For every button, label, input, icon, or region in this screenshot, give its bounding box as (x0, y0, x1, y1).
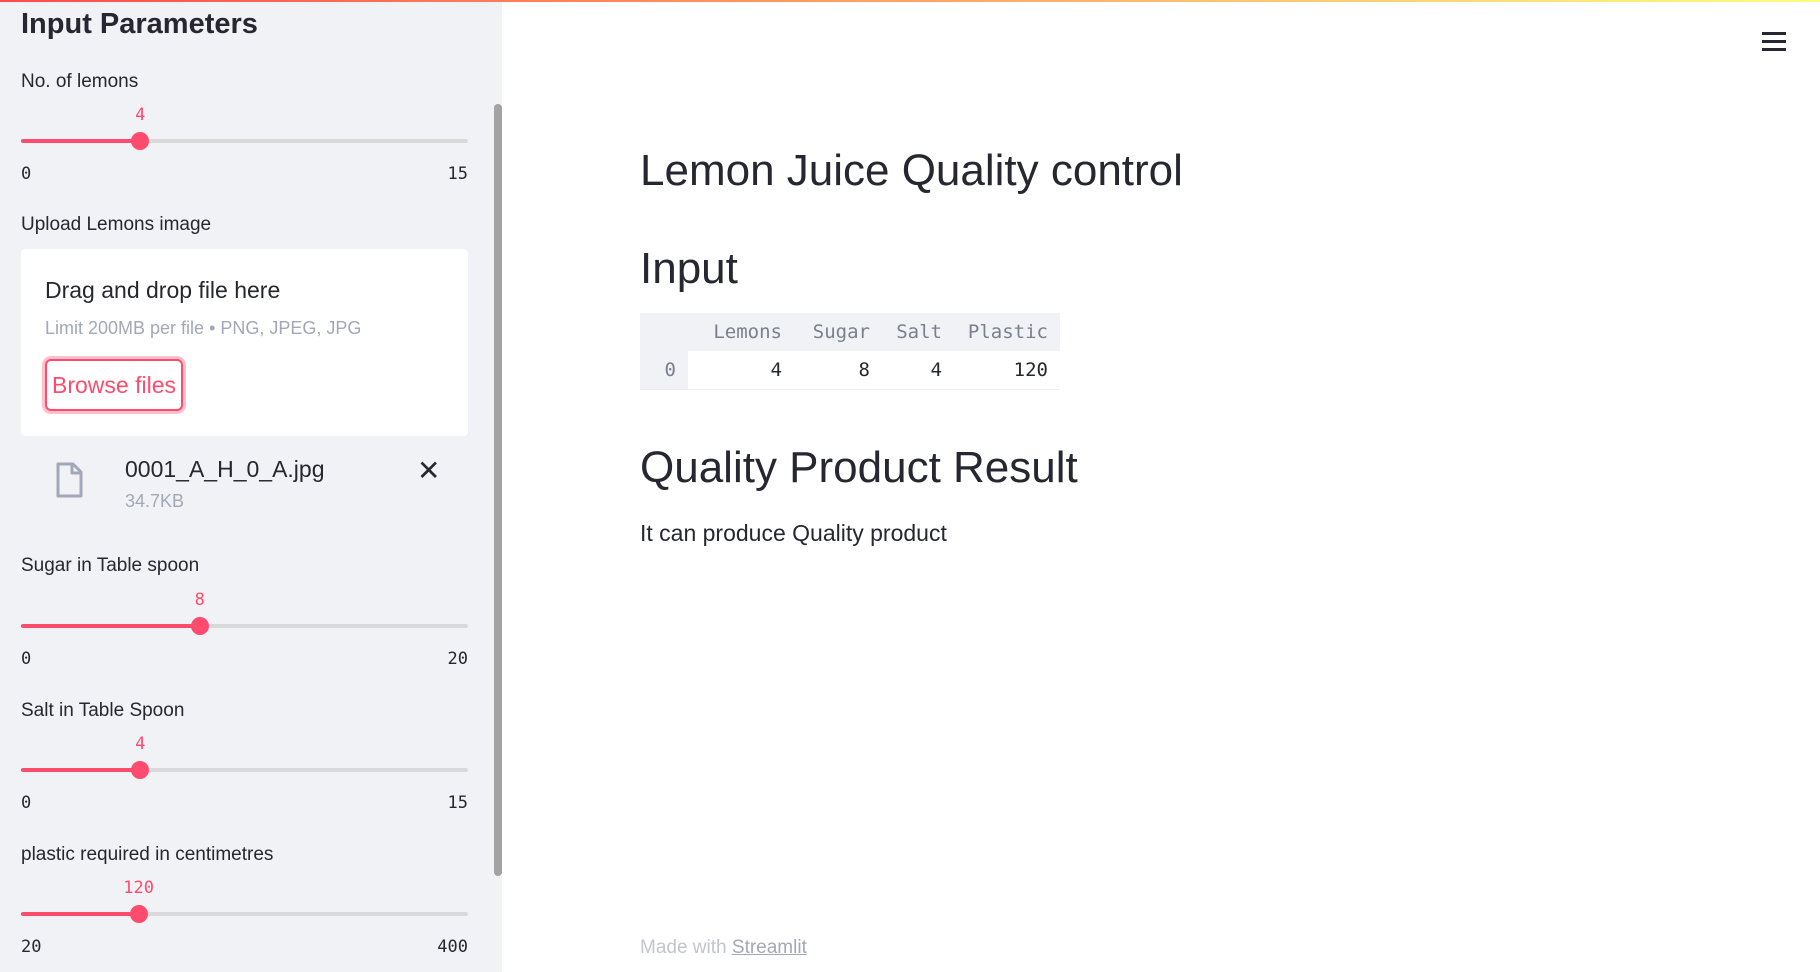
result-text: It can produce Quality product (640, 520, 947, 546)
slider-max: 15 (447, 793, 468, 813)
input-dataframe[interactable]: Lemons Sugar Salt Plastic 0 4 8 4 120 (640, 313, 1060, 390)
slider-min: 20 (21, 937, 42, 957)
table-cell: 4 (882, 351, 954, 390)
table-header-salt: Salt (882, 313, 954, 351)
page-title: Lemon Juice Quality control (640, 146, 1183, 195)
slider-fill (21, 624, 200, 628)
input-heading: Input (640, 244, 738, 293)
uploaded-file: 0001_A_H_0_A.jpg 34.7KB ✕ (21, 448, 468, 518)
table-header-plastic: Plastic (954, 313, 1060, 351)
file-name: 0001_A_H_0_A.jpg (125, 456, 325, 482)
plastic-slider[interactable]: 120 20 400 (21, 872, 468, 957)
file-size: 34.7KB (125, 491, 185, 511)
dropzone-subtitle: Limit 200MB per file • PNG, JPEG, JPG (45, 318, 362, 338)
lemons-slider-label: No. of lemons (21, 71, 139, 92)
slider-value: 4 (135, 105, 146, 125)
table-cell: 4 (688, 351, 794, 390)
salt-slider[interactable]: 4 0 15 (21, 728, 468, 813)
slider-max: 20 (447, 649, 468, 669)
header-decoration-bar (0, 0, 1820, 2)
slider-thumb[interactable] (190, 617, 209, 635)
table-cell: 120 (954, 351, 1060, 390)
slider-max: 15 (447, 164, 468, 184)
slider-fill (21, 912, 139, 916)
result-heading: Quality Product Result (640, 443, 1078, 492)
slider-thumb[interactable] (131, 132, 150, 150)
file-dropzone[interactable]: Drag and drop file here Limit 200MB per … (21, 249, 468, 436)
plastic-slider-label: plastic required in centimetres (21, 844, 274, 865)
table-cell: 8 (794, 351, 882, 390)
lemons-slider[interactable]: 4 0 15 (21, 99, 468, 184)
dropzone-title: Drag and drop file here (45, 277, 281, 303)
slider-fill (21, 768, 141, 772)
slider-value: 8 (194, 590, 205, 610)
table-header-index (640, 313, 688, 351)
upload-label: Upload Lemons image (21, 214, 212, 235)
table-header-sugar: Sugar (794, 313, 882, 351)
salt-slider-label: Salt in Table Spoon (21, 700, 185, 721)
file-icon (56, 462, 83, 498)
close-icon[interactable]: ✕ (417, 454, 440, 487)
slider-max: 400 (437, 937, 468, 957)
browse-files-button[interactable]: Browse files (45, 359, 183, 411)
slider-fill (21, 139, 141, 143)
hamburger-menu-icon[interactable] (1762, 30, 1786, 54)
table-header-lemons: Lemons (688, 313, 794, 351)
slider-min: 0 (21, 793, 32, 813)
slider-thumb[interactable] (129, 905, 148, 923)
sidebar-title: Input Parameters (21, 8, 258, 40)
slider-value: 4 (135, 734, 146, 754)
slider-thumb[interactable] (131, 761, 150, 779)
slider-value: 120 (123, 878, 154, 898)
table-row: 0 4 8 4 120 (640, 351, 1060, 390)
slider-min: 0 (21, 164, 32, 184)
footer: Made with Streamlit (640, 937, 807, 959)
sugar-slider[interactable]: 8 0 20 (21, 584, 468, 669)
sidebar: Input Parameters No. of lemons 4 0 15 Up… (0, 0, 502, 972)
sidebar-scrollbar[interactable] (494, 104, 502, 876)
table-cell-index: 0 (640, 351, 688, 390)
slider-min: 0 (21, 649, 32, 669)
streamlit-link[interactable]: Streamlit (732, 937, 807, 958)
footer-text: Made with (640, 937, 727, 958)
sugar-slider-label: Sugar in Table spoon (21, 555, 200, 576)
